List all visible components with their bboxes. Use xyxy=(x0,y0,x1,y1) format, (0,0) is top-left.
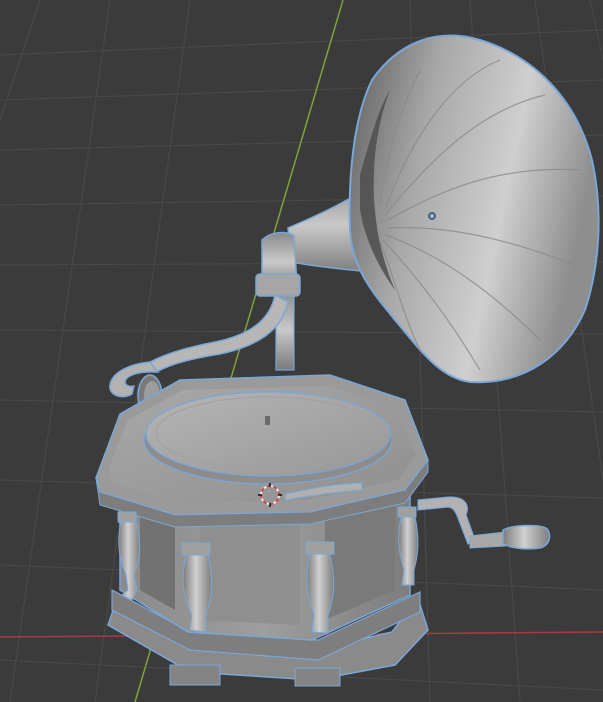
gramophone-turntable[interactable] xyxy=(143,391,393,485)
gramophone-horn[interactable] xyxy=(287,34,600,384)
3d-viewport[interactable] xyxy=(0,0,603,702)
gramophone-crank[interactable] xyxy=(417,496,551,550)
gramophone-tonearm[interactable] xyxy=(109,231,301,398)
